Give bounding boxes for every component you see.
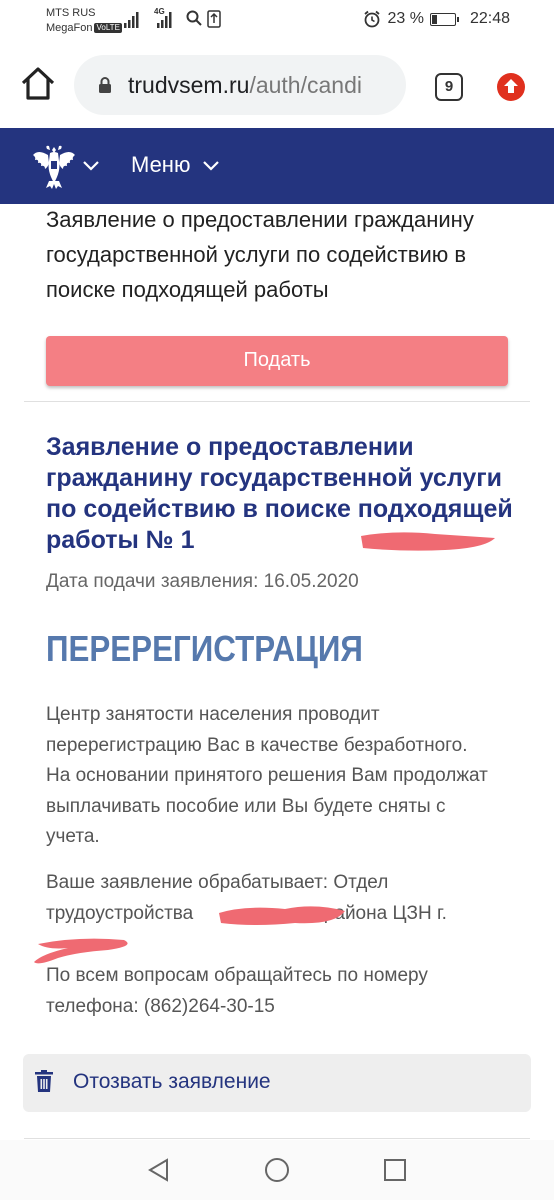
chevron-down-icon[interactable] <box>82 158 100 172</box>
carrier-2: MegaFon <box>46 22 93 34</box>
divider <box>24 401 530 402</box>
section-heading: ПЕРЕРЕГИСТРАЦИЯ <box>46 628 363 669</box>
browser-toolbar: trudvsem.ru/auth/candi 9 <box>0 40 554 128</box>
status-bar: MTS RUS MegaFon VoLTE 4G 23 % 22:48 <box>0 0 554 40</box>
trash-icon <box>35 1070 53 1092</box>
recent-apps-icon[interactable] <box>383 1158 407 1182</box>
update-button[interactable] <box>497 73 525 101</box>
application-date: Дата подачи заявления: 16.05.2020 <box>46 571 359 592</box>
back-icon[interactable] <box>146 1157 172 1183</box>
address-bar[interactable]: trudvsem.ru/auth/candi <box>74 55 406 115</box>
status-description: Центр занятости населения проводит перер… <box>46 704 488 847</box>
status-right: 23 % 22:48 <box>363 10 510 28</box>
arrow-up-icon <box>504 79 518 93</box>
clock: 22:48 <box>469 10 510 27</box>
site-header: Меню <box>0 128 554 204</box>
page-content: Заявление о предоставлении гражданину го… <box>0 204 554 1140</box>
lock-icon <box>99 77 111 93</box>
application-title[interactable]: Заявление о предоставлении гражданину го… <box>46 432 516 556</box>
carrier-info: MTS RUS MegaFon VoLTE <box>46 6 122 36</box>
battery-percent: 23 % <box>387 10 424 27</box>
url-path: /auth/candi <box>249 71 362 98</box>
submit-button[interactable]: Подать <box>46 336 508 386</box>
browser-home-icon[interactable] <box>18 64 58 104</box>
processor-info: Ваше заявление обрабатывает: Отдел трудо… <box>46 868 506 929</box>
volte-badge: VoLTE <box>94 23 122 33</box>
menu-chevron-down-icon[interactable] <box>202 158 220 172</box>
menu-button[interactable]: Меню <box>131 152 190 178</box>
coat-of-arms-icon[interactable] <box>30 141 78 191</box>
contact-info: По всем вопросам обращайтесь по номеру т… <box>46 965 428 1017</box>
divider <box>24 1138 530 1139</box>
network-type: 4G <box>154 7 165 16</box>
battery-icon <box>429 12 459 26</box>
upload-notification-icon <box>207 10 221 28</box>
withdraw-label: Отозвать заявление <box>73 1070 271 1093</box>
home-circle-icon[interactable] <box>264 1157 290 1183</box>
previous-application-title: Заявление о предоставлении гражданину го… <box>46 207 474 302</box>
search-icon <box>186 10 202 26</box>
processor-suffix: района ЦЗН г. <box>318 902 447 924</box>
alarm-icon <box>364 10 381 28</box>
carrier-1: MTS RUS <box>46 7 96 19</box>
system-navigation-bar <box>0 1140 554 1200</box>
tab-switcher-button[interactable]: 9 <box>435 73 463 101</box>
url-host: trudvsem.ru <box>128 71 250 98</box>
withdraw-application-button[interactable]: Отозвать заявление <box>23 1054 531 1112</box>
